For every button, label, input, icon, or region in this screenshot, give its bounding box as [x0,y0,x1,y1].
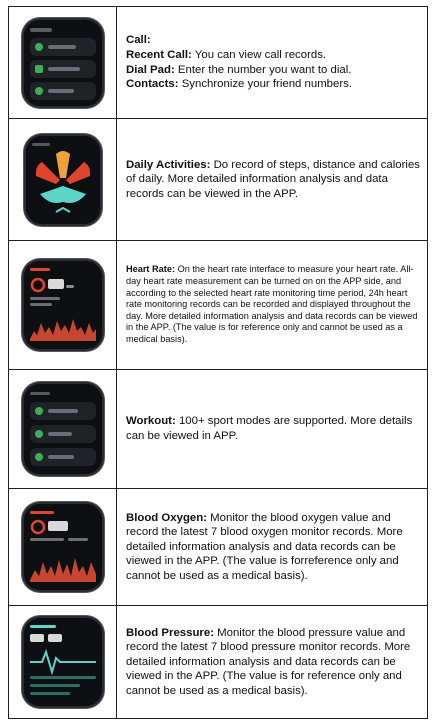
call-menu-screen-icon [23,19,102,106]
table-row-workout: Workout: 100+ sport modes are supported.… [8,370,428,489]
dial-pad-line: Dial Pad: Enter the number you want to d… [126,63,421,78]
blood-oxygen-screen-icon [23,504,102,590]
description-cell: Call: Recent Call: You can view call rec… [117,7,427,118]
table-row-daily-activities: Daily Activities: Do record of steps, di… [8,119,428,241]
table-row-heart-rate: Heart Rate: On the heart rate interface … [8,241,428,370]
description-cell: Heart Rate: On the heart rate interface … [117,241,427,369]
contacts-line: Contacts: Synchronize your friend number… [126,77,421,92]
call-line: Call: [126,33,421,48]
blood-pressure-text: Blood Pressure: Monitor the blood pressu… [126,626,421,699]
description-cell: Workout: 100+ sport modes are supported.… [117,370,427,488]
image-cell [9,489,117,605]
recent-call-label: Recent Call: [126,48,192,61]
blood-pressure-screen-icon [23,618,102,706]
workout-menu-screen-icon [23,384,102,474]
heart-rate-screen-icon [23,261,102,349]
contacts-text: Synchronize your friend numbers. [178,78,353,91]
feature-table: Call: Recent Call: You can view call rec… [8,6,428,719]
daily-activities-label: Daily Activities: [126,158,211,171]
heart-rate-text: Heart Rate: On the heart rate interface … [126,264,421,345]
image-cell [9,119,117,240]
daily-activities-text: Daily Activities: Do record of steps, di… [126,158,421,202]
heart-rate-body: On the heart rate interface to measure y… [126,264,418,344]
contacts-label: Contacts: [126,78,179,91]
call-label: Call: [126,34,151,47]
heart-rate-label: Heart Rate: [126,264,176,275]
workout-label: Workout: [126,415,176,428]
description-cell: Blood Pressure: Monitor the blood pressu… [117,606,427,718]
description-cell: Daily Activities: Do record of steps, di… [117,119,427,240]
activity-rings-screen-icon [25,135,100,224]
image-cell [9,241,117,369]
table-row-blood-pressure: Blood Pressure: Monitor the blood pressu… [8,606,428,719]
blood-oxygen-label: Blood Oxygen: [126,511,208,524]
blood-oxygen-text: Blood Oxygen: Monitor the blood oxygen v… [126,511,421,584]
image-cell [9,7,117,118]
blood-pressure-label: Blood Pressure: [126,626,214,639]
workout-text: Workout: 100+ sport modes are supported.… [126,414,421,443]
dial-pad-label: Dial Pad: [126,63,175,76]
dial-pad-text: Enter the number you want to dial. [174,63,352,76]
recent-call-text: You can view call records. [191,48,327,61]
recent-call-line: Recent Call: You can view call records. [126,48,421,63]
image-cell [9,370,117,488]
image-cell [9,606,117,718]
description-cell: Blood Oxygen: Monitor the blood oxygen v… [117,489,427,605]
table-row-blood-oxygen: Blood Oxygen: Monitor the blood oxygen v… [8,489,428,606]
table-row-call: Call: Recent Call: You can view call rec… [8,7,428,119]
